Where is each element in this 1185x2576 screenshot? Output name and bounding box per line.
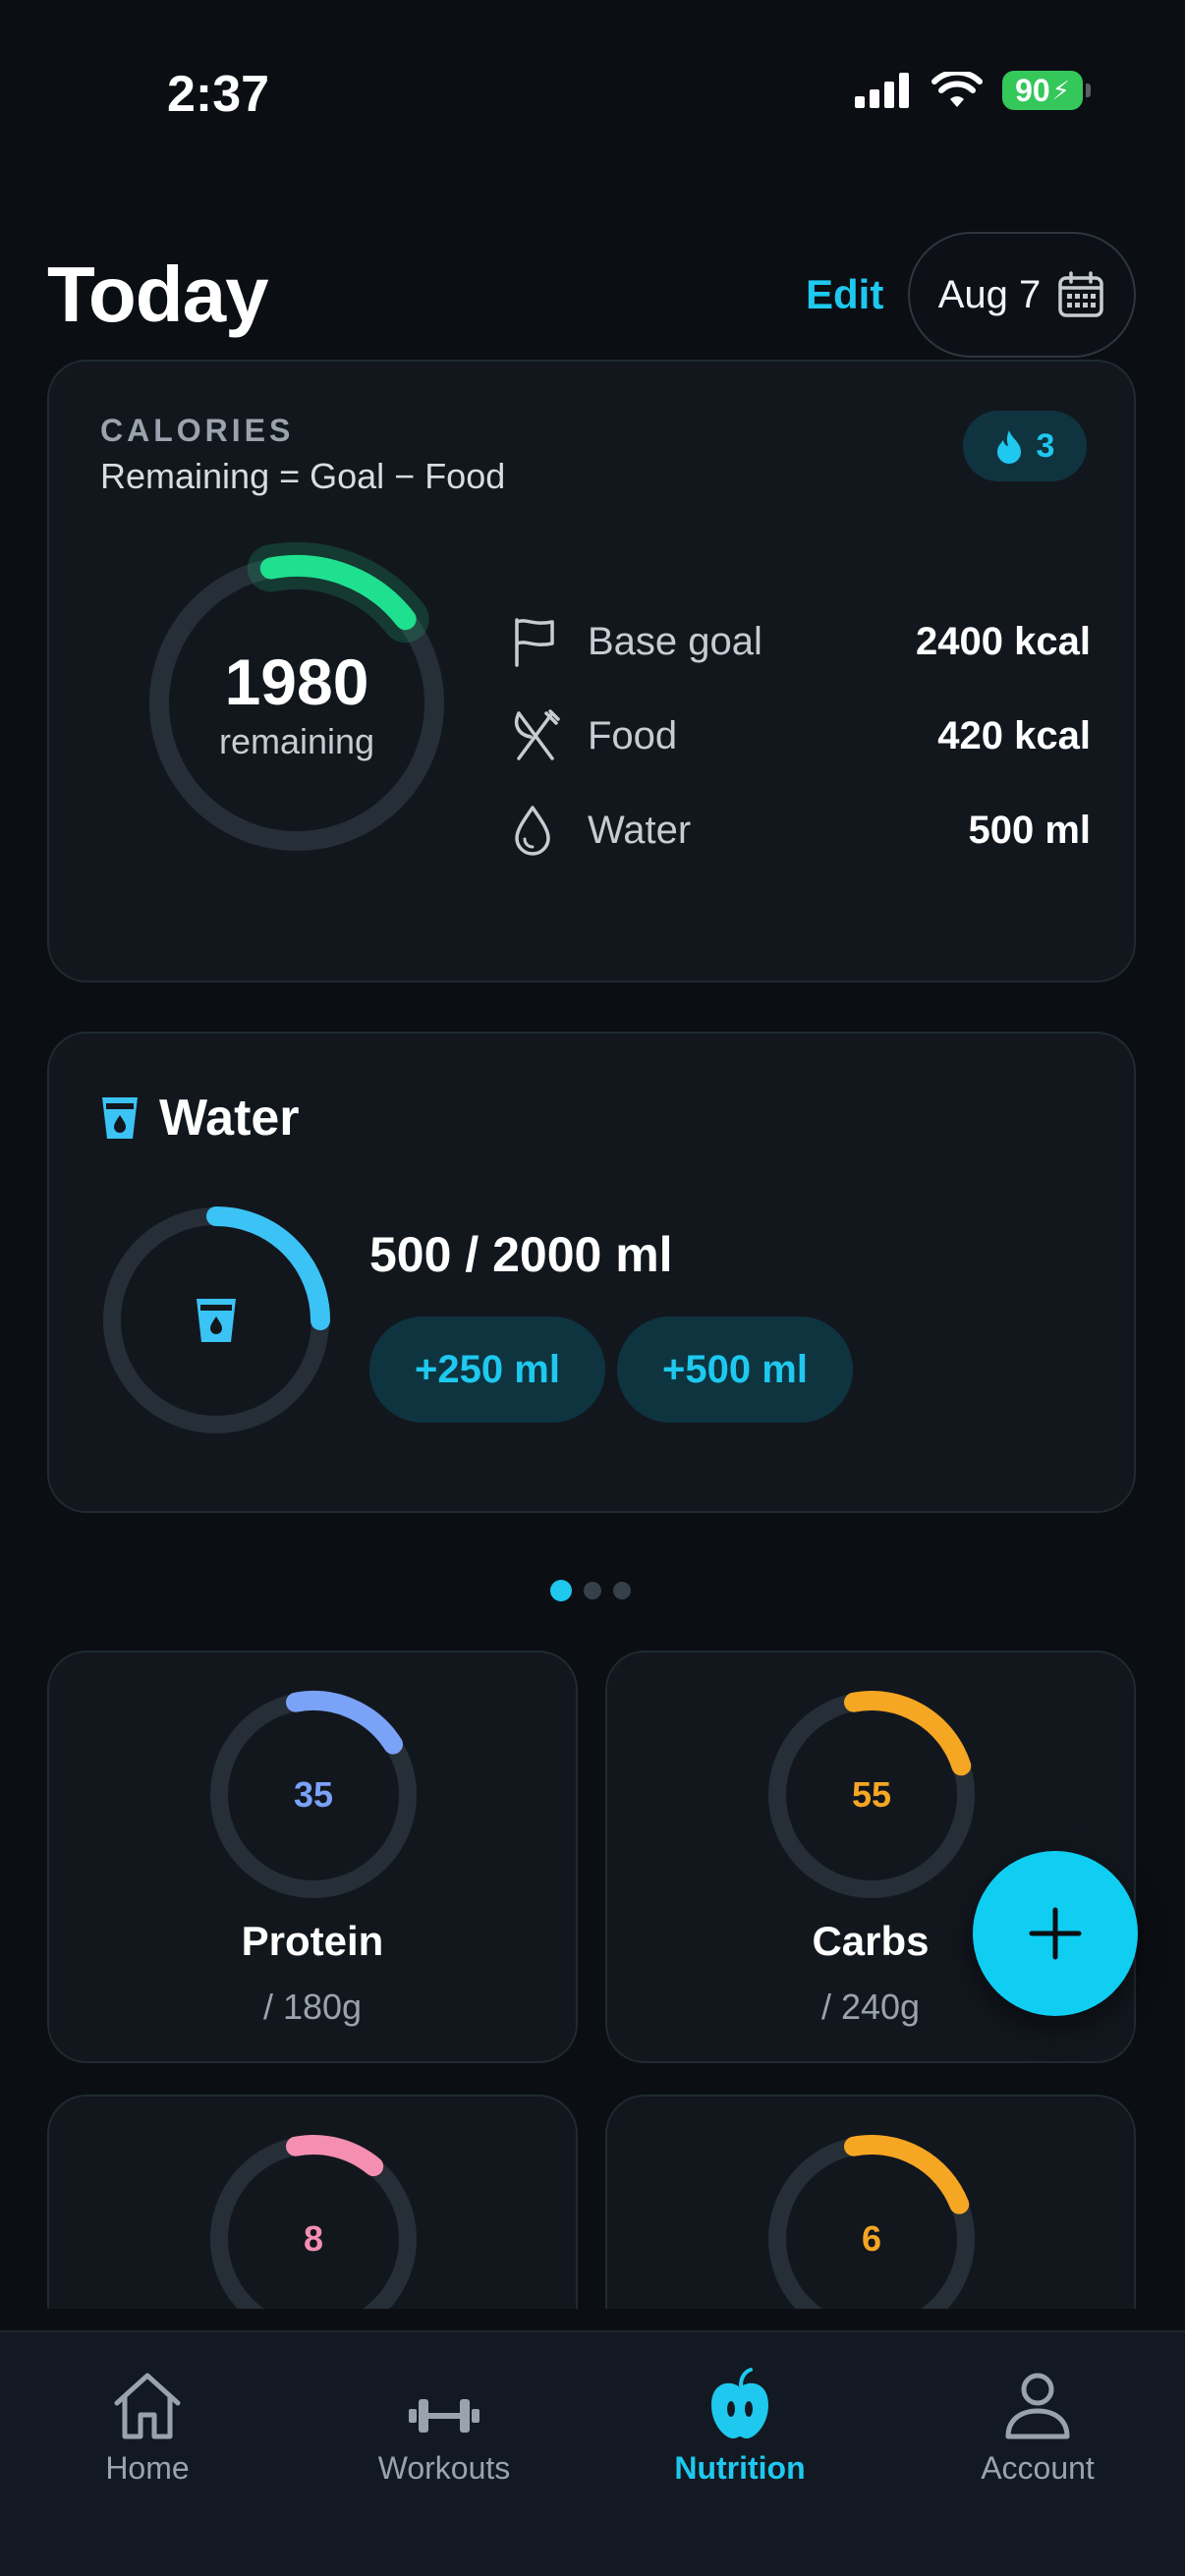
macro-tile-protein[interactable]: 35 Protein / 180g <box>47 1651 578 2063</box>
calories-remaining-value: 1980 <box>224 645 369 718</box>
water-progress-ring <box>103 1206 330 1433</box>
macro-value: 35 <box>293 1774 334 1815</box>
page-dot[interactable] <box>613 1582 631 1599</box>
status-time: 2:37 <box>167 66 270 123</box>
add-250ml-button[interactable]: +250 ml <box>369 1316 605 1423</box>
calories-formula: Remaining = Goal − Food <box>100 456 506 496</box>
stat-value: 420 kcal <box>937 713 1091 757</box>
macro-goal: / 180g <box>262 1987 363 2027</box>
water-card[interactable]: Water 500 / 2000 ml +250 ml +500 ml <box>47 1032 1136 1513</box>
page-dot[interactable] <box>550 1580 572 1601</box>
water-amount: 500 / 2000 ml <box>369 1227 673 1282</box>
plus-icon <box>1029 1907 1082 1960</box>
tab-account[interactable]: Account <box>920 2352 1156 2487</box>
cellular-signal-icon <box>855 73 909 108</box>
tab-workouts[interactable]: Workouts <box>326 2352 562 2487</box>
water-header: Water <box>98 1089 300 1148</box>
fork-knife-icon <box>514 709 560 760</box>
water-glass-icon <box>102 1097 138 1139</box>
calories-card[interactable]: CALORIES Remaining = Goal − Food 3 1980 … <box>47 360 1136 982</box>
water-drop-icon <box>515 806 550 856</box>
add-500ml-button[interactable]: +500 ml <box>617 1316 853 1423</box>
add-entry-button[interactable] <box>973 1851 1138 2016</box>
edit-button[interactable]: Edit <box>806 271 883 318</box>
calorie-ring-center: 1980 remaining <box>136 542 458 865</box>
macro-name: Protein <box>241 1918 384 1964</box>
page-title: Today <box>47 251 269 338</box>
stat-value: 500 ml <box>968 808 1091 852</box>
flame-icon <box>996 430 1021 464</box>
tab-label: Home <box>105 2450 190 2486</box>
page-indicator[interactable] <box>550 1580 631 1601</box>
streak-count: 3 <box>1036 426 1055 465</box>
tab-label: Account <box>981 2450 1095 2486</box>
stat-row-water: Water 500 ml <box>511 796 1091 865</box>
charging-bolt-icon: ⚡ <box>1051 75 1070 105</box>
tab-bar: Home Workouts Nutrition Account <box>0 2330 1185 2576</box>
streak-badge[interactable]: 3 <box>963 411 1087 481</box>
dumbbell-icon <box>409 2399 480 2433</box>
stat-label: Food <box>588 713 678 757</box>
scroll-fade <box>0 2309 1185 2330</box>
calories-section-label: CALORIES <box>100 413 295 448</box>
stat-label: Water <box>588 808 692 852</box>
date-picker-button[interactable]: Aug 7 <box>908 232 1136 358</box>
page-dot[interactable] <box>584 1582 601 1599</box>
tab-nutrition[interactable]: Nutrition <box>622 2352 858 2487</box>
stat-value: 2400 kcal <box>916 619 1091 663</box>
battery-level: 90 <box>1015 72 1050 108</box>
calories-remaining-label: remaining <box>218 721 375 761</box>
wifi-icon <box>931 72 983 107</box>
calendar-icon <box>1058 271 1104 317</box>
person-icon <box>1005 2373 1070 2439</box>
tab-label: Workouts <box>377 2450 511 2486</box>
apple-icon <box>711 2368 768 2438</box>
status-icons: 90 ⚡ <box>855 71 1091 110</box>
macro-value: 55 <box>851 1774 892 1815</box>
tab-label: Nutrition <box>674 2450 806 2486</box>
stat-row-base-goal: Base goal 2400 kcal <box>511 607 1091 676</box>
tab-home[interactable]: Home <box>29 2352 265 2487</box>
battery-indicator: 90 ⚡ <box>1002 71 1091 110</box>
stat-label: Base goal <box>588 619 762 663</box>
home-icon <box>114 2373 181 2439</box>
date-label: Aug 7 <box>937 272 1042 316</box>
flag-icon <box>515 618 554 667</box>
stat-row-food: Food 420 kcal <box>511 701 1091 770</box>
water-title: Water <box>159 1090 300 1147</box>
